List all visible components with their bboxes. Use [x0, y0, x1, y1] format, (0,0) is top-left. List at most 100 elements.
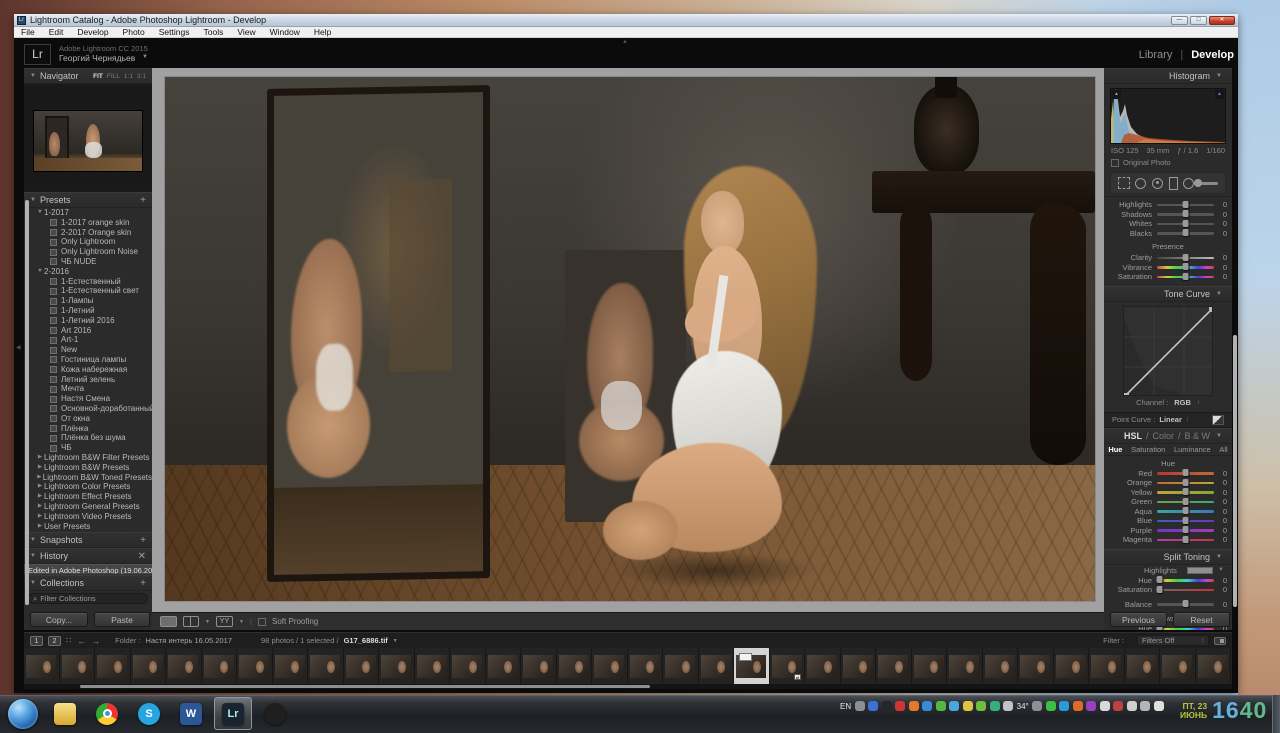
tone-curve-header[interactable]: Tone Curve ▼ — [1104, 286, 1232, 302]
main-photo[interactable] — [165, 77, 1095, 601]
taskbar-app-skype[interactable]: S — [130, 697, 168, 730]
basic-slider-whites-thumb[interactable] — [1182, 220, 1189, 227]
filmstrip-thumb[interactable] — [628, 648, 664, 684]
menu-item-settings[interactable]: Settings — [152, 27, 197, 37]
filmstrip-thumb[interactable] — [131, 648, 167, 684]
preset-item[interactable]: Гостиница лампы — [24, 355, 152, 365]
tray-icon[interactable] — [1127, 701, 1137, 711]
preset-item[interactable]: 1-2017 orange skin — [24, 218, 152, 228]
hsl-title-hsl[interactable]: HSL — [1124, 431, 1142, 441]
filter-dropdown[interactable]: Filters Off ↕ — [1137, 635, 1209, 646]
module-develop[interactable]: Develop — [1191, 49, 1234, 61]
taskbar-app-chrome[interactable] — [88, 697, 126, 730]
filmstrip-thumb[interactable] — [237, 648, 273, 684]
preset-group[interactable]: ▶Lightroom B&W Filter Presets — [24, 453, 152, 463]
preset-item[interactable]: Плёнка без шума — [24, 433, 152, 443]
taskbar-clock[interactable]: ПТ, 23 ИЮНЬ 1640 51 — [1180, 697, 1280, 724]
loupe-view-button[interactable] — [160, 616, 177, 627]
filter-toggle-switch[interactable] — [1214, 637, 1226, 645]
reset-button[interactable]: Reset — [1173, 612, 1230, 627]
taskbar-app-explorer[interactable] — [46, 697, 84, 730]
identity-plate[interactable]: Георгий Чернядьев — [59, 53, 135, 63]
filmstrip-thumb[interactable] — [308, 648, 344, 684]
presence-slider-clarity-thumb[interactable] — [1182, 254, 1189, 261]
hsl-hue-slider-magenta-track[interactable] — [1157, 539, 1214, 542]
preset-item[interactable]: 1-Лампы — [24, 296, 152, 306]
presets-header[interactable]: ▼ Presets + — [24, 192, 152, 208]
collections-header[interactable]: ▼ Collections + — [24, 575, 152, 591]
point-curve-value[interactable]: Linear — [1159, 415, 1182, 424]
show-desktop-button[interactable] — [1272, 695, 1280, 733]
preset-group[interactable]: ▶Lightroom Color Presets — [24, 482, 152, 492]
navigator-header[interactable]: ▼ Navigator FITFILL1:13:1 — [24, 68, 152, 84]
tray-icon[interactable] — [922, 701, 932, 711]
presence-slider-saturation-thumb[interactable] — [1182, 273, 1189, 280]
presence-slider-saturation-track[interactable] — [1157, 276, 1214, 279]
shadow-clipping-indicator[interactable]: ▲ — [1112, 90, 1121, 99]
left-panel-scrollbar[interactable] — [25, 200, 29, 605]
add-snapshot-button[interactable]: + — [140, 535, 146, 546]
preset-item[interactable]: Only Lightroom Noise — [24, 247, 152, 257]
basic-slider-shadows-thumb[interactable] — [1182, 210, 1189, 217]
filmstrip-thumb[interactable] — [202, 648, 238, 684]
add-collection-button[interactable]: + — [140, 578, 146, 589]
menu-item-window[interactable]: Window — [263, 27, 307, 37]
preset-item[interactable]: Летний зелень — [24, 375, 152, 385]
preset-item[interactable]: 1-Летний 2016 — [24, 316, 152, 326]
taskbar-app-lightroom[interactable]: Lr — [214, 697, 252, 730]
split-toning-header[interactable]: Split Toning ▼ — [1104, 549, 1232, 565]
preset-item[interactable]: Only Lightroom — [24, 237, 152, 247]
history-header[interactable]: ▼ History ✕ — [24, 548, 152, 564]
filmstrip-thumb[interactable] — [1160, 648, 1196, 684]
hsl-hue-slider-purple-track[interactable] — [1157, 529, 1214, 532]
hsl-hue-slider-green-thumb[interactable] — [1182, 498, 1189, 505]
basic-slider-shadows-track[interactable] — [1157, 213, 1214, 216]
preset-item[interactable]: ЧБ NUDE — [24, 257, 152, 267]
hsl-hue-slider-orange-thumb[interactable] — [1182, 479, 1189, 486]
histogram-header[interactable]: Histogram ▼ — [1104, 68, 1232, 84]
before-after-button[interactable] — [183, 616, 199, 627]
preset-item[interactable]: Основной-доработанный — [24, 404, 152, 414]
filmstrip-thumb[interactable] — [1089, 648, 1125, 684]
preset-group[interactable]: ▶Lightroom Effect Presets — [24, 492, 152, 502]
hsl-hue-slider-red-thumb[interactable] — [1182, 469, 1189, 476]
red-eye-tool[interactable] — [1152, 178, 1163, 189]
preset-group[interactable]: ▼1-2017 — [24, 208, 152, 218]
basic-slider-whites-track[interactable] — [1157, 223, 1214, 226]
tray-icon[interactable] — [1113, 701, 1123, 711]
spot-removal-tool[interactable] — [1135, 178, 1146, 189]
navigator-zoom-fit[interactable]: FIT — [93, 73, 103, 80]
filmstrip-thumb[interactable] — [521, 648, 557, 684]
tray-icon[interactable] — [1140, 701, 1150, 711]
preset-item[interactable]: Настя Смена — [24, 394, 152, 404]
chevron-down-icon[interactable]: ▼ — [205, 619, 210, 625]
hsl-header[interactable]: HSL / Color / B & W ▼ — [1104, 428, 1232, 444]
hsl-hue-slider-aqua-track[interactable] — [1157, 510, 1214, 513]
tray-icon[interactable] — [990, 701, 1000, 711]
adjustment-brush-tool[interactable] — [1200, 182, 1218, 185]
menu-item-edit[interactable]: Edit — [42, 27, 71, 37]
collapse-top-panel-icon[interactable]: ▲ — [622, 39, 628, 45]
filmstrip-thumb[interactable] — [1125, 648, 1161, 684]
preset-item[interactable]: ЧБ — [24, 443, 152, 453]
preset-group[interactable]: ▶Lightroom B&W Toned Presets — [24, 473, 152, 483]
edit-point-curve-button[interactable] — [1212, 415, 1224, 425]
tray-weather[interactable]: 34° — [1017, 702, 1029, 711]
previous-button[interactable]: Previous — [1110, 612, 1167, 627]
preset-item[interactable]: Кожа набережная — [24, 365, 152, 375]
basic-slider-blacks-thumb[interactable] — [1182, 229, 1189, 236]
tray-icon[interactable] — [855, 701, 865, 711]
tray-icon[interactable] — [868, 701, 878, 711]
navigator-preview[interactable] — [24, 84, 152, 192]
filmstrip-thumb[interactable] — [273, 648, 309, 684]
filmstrip-thumb[interactable] — [699, 648, 735, 684]
hsl-hue-slider-magenta-thumb[interactable] — [1182, 536, 1189, 543]
hsl-tab-hue[interactable]: Hue — [1108, 445, 1122, 454]
hsl-hue-slider-aqua-thumb[interactable] — [1182, 507, 1189, 514]
hsl-hue-slider-blue-thumb[interactable] — [1182, 517, 1189, 524]
menu-item-tools[interactable]: Tools — [196, 27, 230, 37]
selected-filename[interactable]: G17_6886.tif — [344, 636, 388, 645]
filter-collections-input[interactable]: ⌕ Filter Collections — [28, 593, 148, 604]
preset-item[interactable]: Art-1 — [24, 335, 152, 345]
maximize-button[interactable]: □ — [1190, 16, 1207, 25]
